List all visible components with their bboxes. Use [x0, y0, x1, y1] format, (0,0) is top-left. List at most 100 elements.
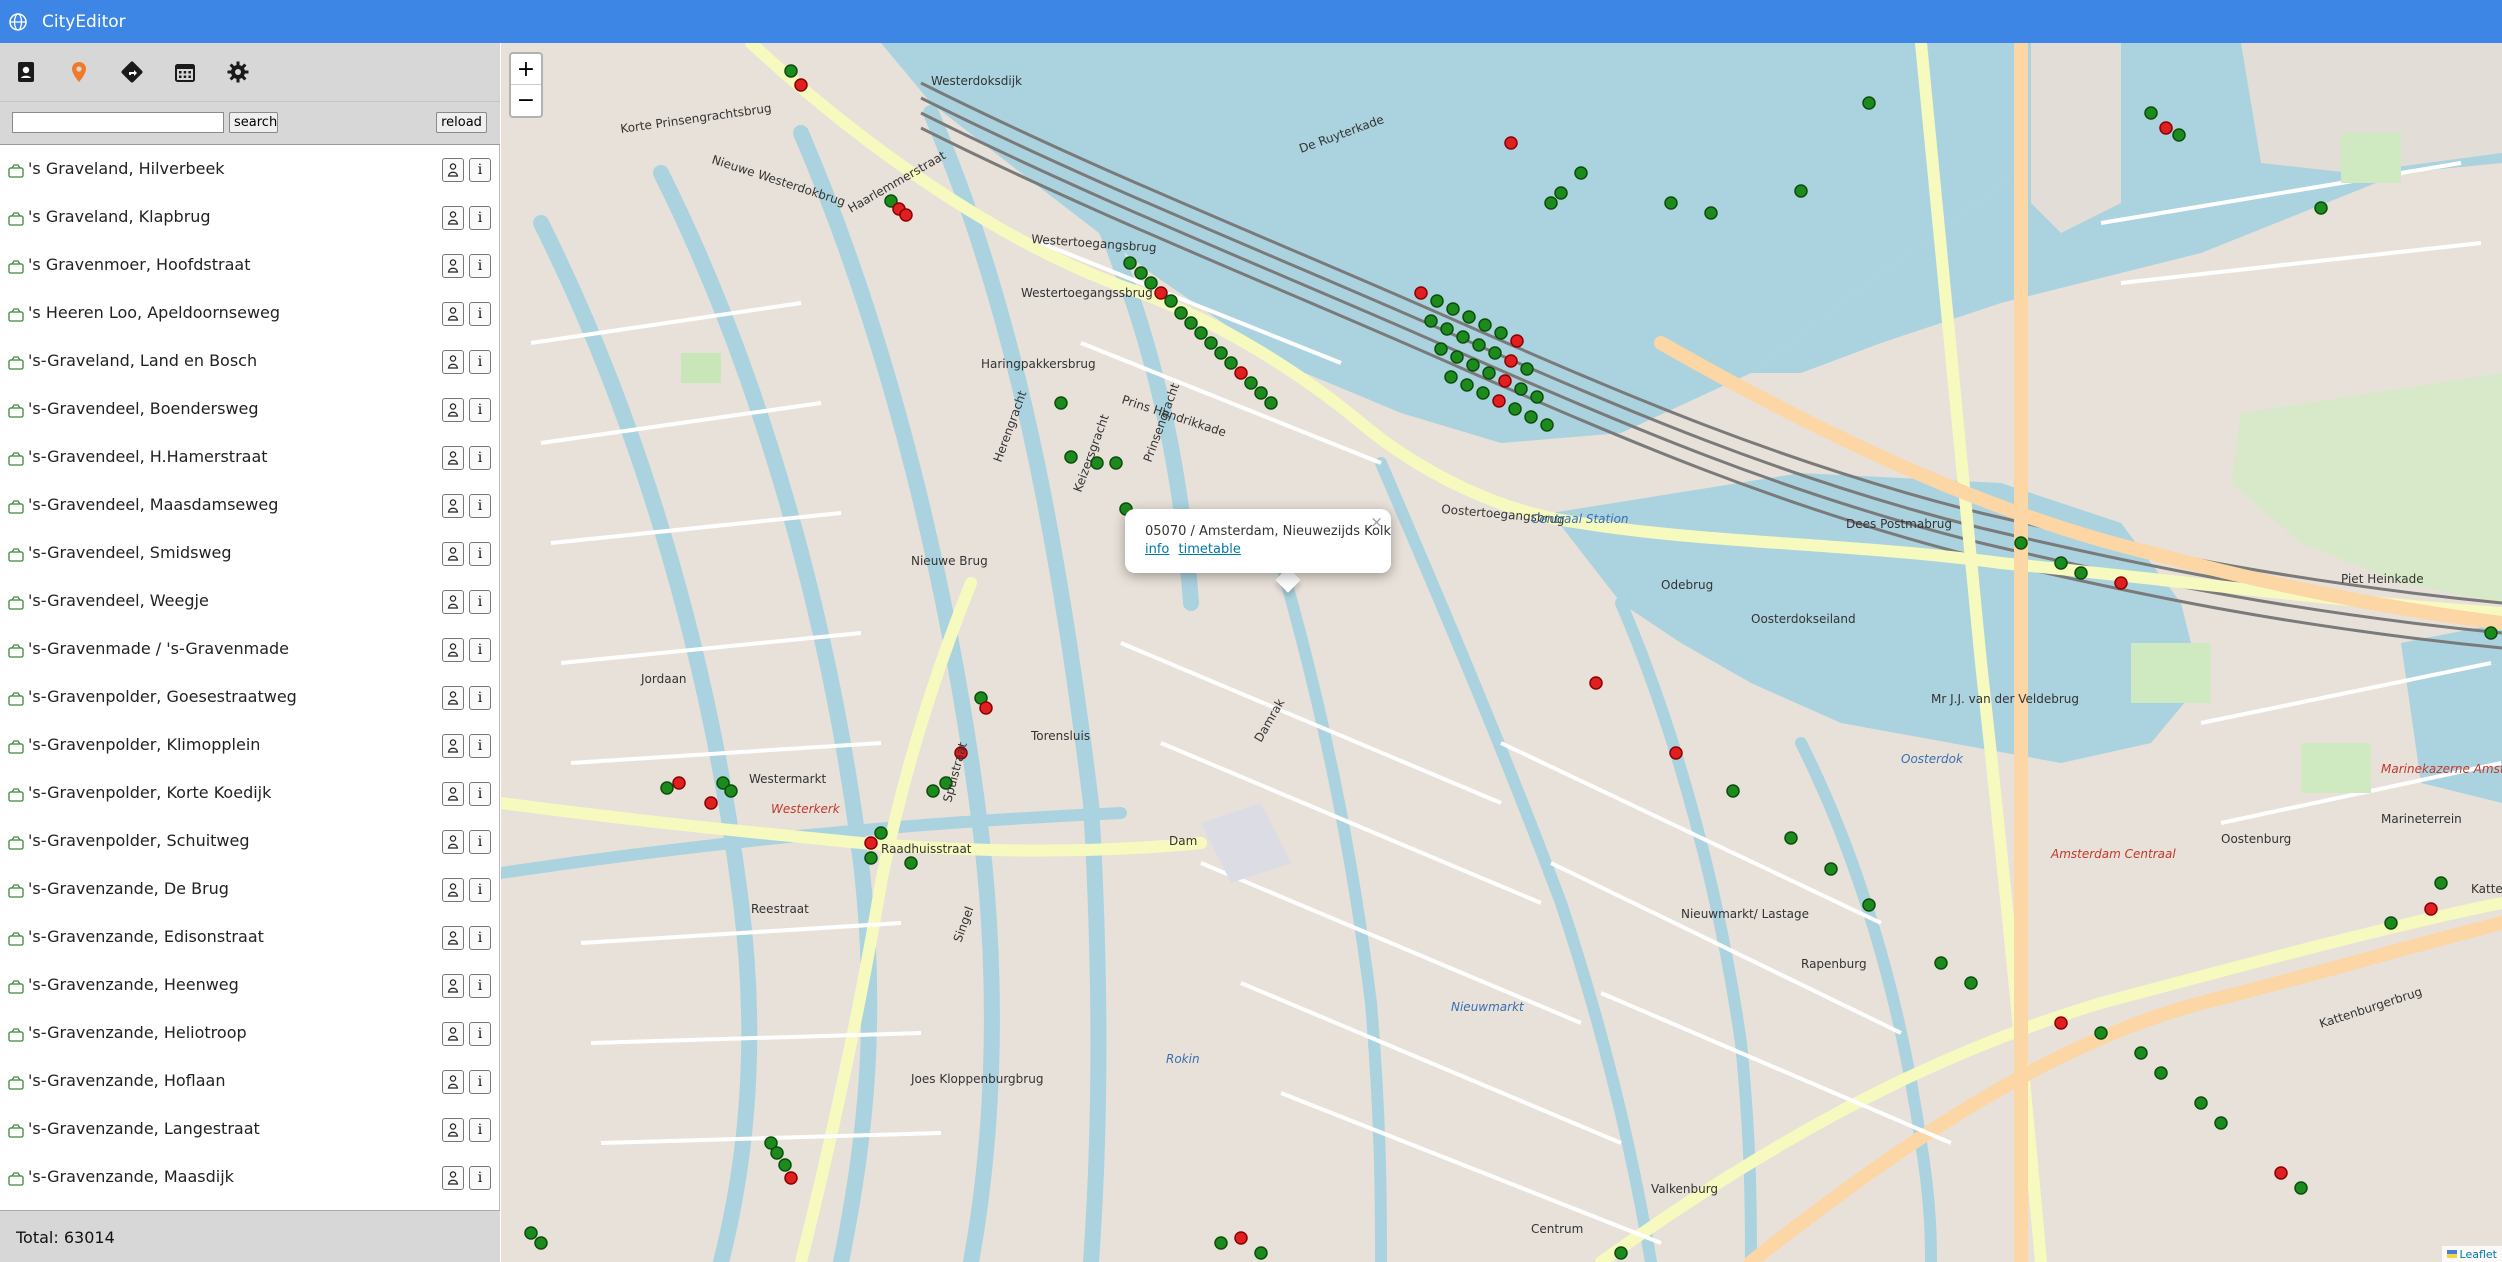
stop-info-button[interactable]: i — [469, 974, 491, 998]
attribution-link[interactable]: Leaflet — [2460, 1248, 2497, 1261]
stop-marker[interactable] — [1214, 1236, 1228, 1250]
stop-person-button[interactable] — [442, 446, 464, 470]
stop-marker[interactable] — [2424, 902, 2438, 916]
list-item[interactable]: 's-Gravenpolder, Klimopplein i — [0, 722, 500, 770]
stop-marker[interactable] — [1824, 862, 1838, 876]
stop-person-button[interactable] — [442, 782, 464, 806]
stop-info-button[interactable]: i — [469, 542, 491, 566]
stop-marker[interactable] — [2314, 201, 2328, 215]
stop-person-button[interactable] — [442, 638, 464, 662]
list-item[interactable]: 's Graveland, Hilverbeek i — [0, 146, 500, 194]
stop-marker[interactable] — [979, 701, 993, 715]
list-item[interactable]: 's-Gravendeel, H.Hamerstraat i — [0, 434, 500, 482]
stop-marker[interactable] — [2194, 1096, 2208, 1110]
stop-marker[interactable] — [1726, 784, 1740, 798]
stop-info-button[interactable]: i — [469, 878, 491, 902]
popup-info-link[interactable]: info — [1145, 542, 1169, 557]
stop-person-button[interactable] — [442, 1022, 464, 1046]
stop-info-button[interactable]: i — [469, 350, 491, 374]
stop-marker[interactable] — [1109, 456, 1123, 470]
stop-person-button[interactable] — [442, 878, 464, 902]
list-item[interactable]: 's-Gravenpolder, Goesestraatweg i — [0, 674, 500, 722]
stop-info-button[interactable]: i — [469, 590, 491, 614]
stop-marker[interactable] — [1460, 378, 1474, 392]
list-item[interactable]: 's-Gravenpolder, Korte Koedijk i — [0, 770, 500, 818]
stop-marker[interactable] — [1862, 96, 1876, 110]
stop-marker[interactable] — [1508, 402, 1522, 416]
stop-marker[interactable] — [1424, 314, 1438, 328]
stop-marker[interactable] — [660, 781, 674, 795]
stop-marker[interactable] — [1134, 266, 1148, 280]
map[interactable]: Westerdoksdijk Korte Prinsengrachtsbrug Ni… — [501, 43, 2502, 1262]
stop-marker[interactable] — [1450, 350, 1464, 364]
stop-marker[interactable] — [899, 208, 913, 222]
stop-marker[interactable] — [2384, 916, 2398, 930]
stop-info-button[interactable]: i — [469, 686, 491, 710]
stop-person-button[interactable] — [442, 302, 464, 326]
stop-info-button[interactable]: i — [469, 494, 491, 518]
stop-marker[interactable] — [1554, 186, 1568, 200]
stop-marker[interactable] — [1054, 396, 1068, 410]
stop-person-button[interactable] — [442, 974, 464, 998]
list-item[interactable]: 's-Graveland, Land en Bosch i — [0, 338, 500, 386]
reload-button[interactable]: reload — [436, 112, 487, 133]
stop-marker[interactable] — [2159, 121, 2173, 135]
stop-marker[interactable] — [1794, 184, 1808, 198]
list-item[interactable]: 's Graveland, Klapbrug i — [0, 194, 500, 242]
stop-marker[interactable] — [1194, 326, 1208, 340]
list-item[interactable]: 's-Gravenzande, Langestraat i — [0, 1106, 500, 1154]
stop-marker[interactable] — [784, 1171, 798, 1185]
list-item[interactable]: 's-Gravenzande, Heenweg i — [0, 962, 500, 1010]
stop-person-button[interactable] — [442, 254, 464, 278]
stop-marker[interactable] — [1574, 166, 1588, 180]
stop-person-button[interactable] — [442, 158, 464, 182]
stop-marker[interactable] — [1492, 394, 1506, 408]
stop-marker[interactable] — [2154, 1066, 2168, 1080]
stop-marker[interactable] — [1862, 898, 1876, 912]
stop-marker[interactable] — [2274, 1166, 2288, 1180]
stop-marker[interactable] — [2434, 876, 2448, 890]
stop-marker[interactable] — [1154, 286, 1168, 300]
stop-info-button[interactable]: i — [469, 782, 491, 806]
stop-marker[interactable] — [778, 1158, 792, 1172]
stop-marker[interactable] — [1504, 354, 1518, 368]
stop-marker[interactable] — [1244, 376, 1258, 390]
stop-person-button[interactable] — [442, 542, 464, 566]
stop-marker[interactable] — [1440, 322, 1454, 336]
list-item[interactable]: 's-Gravenzande, Maasdijk i — [0, 1154, 500, 1202]
stop-marker[interactable] — [1174, 306, 1188, 320]
stop-marker[interactable] — [864, 836, 878, 850]
stop-marker[interactable] — [2054, 556, 2068, 570]
stop-marker[interactable] — [1414, 286, 1428, 300]
stop-marker[interactable] — [1184, 316, 1198, 330]
stop-marker[interactable] — [926, 784, 940, 798]
stop-marker[interactable] — [874, 826, 888, 840]
stop-marker[interactable] — [1614, 1246, 1628, 1260]
stop-marker[interactable] — [1476, 386, 1490, 400]
stop-info-button[interactable]: i — [469, 206, 491, 230]
stop-person-button[interactable] — [442, 830, 464, 854]
list-item[interactable]: 's-Gravenzande, Heliotroop i — [0, 1010, 500, 1058]
stop-marker[interactable] — [2114, 576, 2128, 590]
stop-marker[interactable] — [534, 1236, 548, 1250]
list-item[interactable]: 's-Gravenzande, Edisonstraat i — [0, 914, 500, 962]
stop-marker[interactable] — [1530, 390, 1544, 404]
stop-marker[interactable] — [1589, 676, 1603, 690]
stop-marker[interactable] — [1664, 196, 1678, 210]
stop-info-button[interactable]: i — [469, 830, 491, 854]
stop-marker[interactable] — [1478, 318, 1492, 332]
stop-marker[interactable] — [1514, 382, 1528, 396]
stop-person-button[interactable] — [442, 350, 464, 374]
stop-marker[interactable] — [1462, 310, 1476, 324]
stop-marker[interactable] — [1444, 370, 1458, 384]
stop-marker[interactable] — [1488, 346, 1502, 360]
stop-marker[interactable] — [1784, 831, 1798, 845]
zoom-in-button[interactable]: + — [511, 54, 541, 85]
stop-marker[interactable] — [1264, 396, 1278, 410]
stop-info-button[interactable]: i — [469, 446, 491, 470]
stop-info-button[interactable]: i — [469, 398, 491, 422]
stop-marker[interactable] — [1234, 1231, 1248, 1245]
stop-info-button[interactable]: i — [469, 734, 491, 758]
directions-icon[interactable] — [118, 58, 146, 86]
stop-marker[interactable] — [794, 78, 808, 92]
